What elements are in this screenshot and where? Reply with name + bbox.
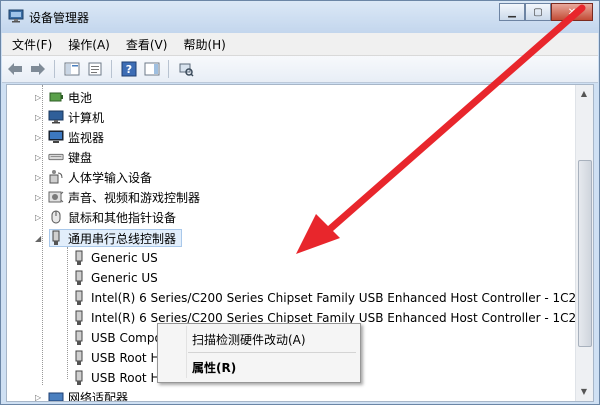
tree-item-battery[interactable]: ▷ 电池 [35,88,92,106]
tree-item-network[interactable]: ▷ 网络适配器 [35,388,129,402]
scan-hardware-icon [179,63,194,77]
scroll-down-icon[interactable]: ▼ [579,387,589,397]
menu-bar: 文件(F) 操作(A) 查看(V) 帮助(H) [2,33,598,56]
hid-icon [48,169,64,185]
tree-item-computer[interactable]: ▷ 计算机 [35,108,104,126]
sound-icon [48,189,64,205]
scrollbar-thumb[interactable] [578,160,592,347]
expand-arrow-icon[interactable]: ▷ [35,193,45,202]
scroll-up-icon[interactable]: ▲ [579,89,589,99]
properties-sheet-icon [88,62,102,76]
tree-item-mouse[interactable]: ▷ 鼠标和其他指针设备 [35,208,176,226]
forward-button[interactable] [28,59,48,79]
usb-icon [71,250,87,266]
context-menu: 扫描检测硬件改动(A) 属性(R) [157,323,361,383]
tree-item-label: 人体学输入设备 [68,170,153,185]
expand-arrow-icon[interactable]: ▷ [35,113,45,122]
context-menu-gutter [186,326,187,378]
scan-hardware-menu-item[interactable]: 扫描检测硬件改动(A) [192,331,306,348]
minimize-icon: ▁ [508,6,516,18]
tree-connector [67,247,68,379]
tree-item-monitor[interactable]: ▷ 监视器 [35,128,104,146]
tree-item-hid[interactable]: ▷ 人体学输入设备 [35,168,152,186]
usb-icon [48,230,64,246]
tree-item-label: 网络适配器 [68,390,129,402]
window-controls: ▁ ▢ ✕ [499,3,593,22]
expand-arrow-icon[interactable]: ▷ [35,133,45,142]
vertical-scrollbar[interactable]: ▲ ▼ [575,85,593,401]
close-icon: ✕ [567,6,577,18]
tree-item-label: 监视器 [68,130,105,145]
mouse-icon [48,209,64,225]
minimize-button[interactable]: ▁ [499,3,525,21]
tree-child-usb-0[interactable]: Generic US [71,249,158,267]
expand-arrow-icon[interactable]: ▷ [35,393,45,402]
battery-icon [48,89,64,105]
tree-child-usb-1[interactable]: Generic US [71,269,158,287]
device-manager-icon [8,9,24,23]
tree-item-label: Intel(R) 6 Series/C200 Series Chipset Fa… [91,291,584,305]
expand-arrow-icon[interactable]: ▷ [35,213,45,222]
expand-arrow-icon[interactable]: ▷ [35,93,45,102]
usb-icon [71,370,87,386]
help-icon: ? [121,61,137,77]
menu-action[interactable]: 操作(A) [62,36,116,53]
help-toolbar-button[interactable]: ? [119,59,139,79]
toolbar-separator [54,60,55,78]
device-tree-pane[interactable]: ▷ 电池 ▷ 计算机 ▷ 监视器 ▷ 键盘 ▷ 人体学输入设备 ▷ 声音、视频和… [6,84,594,402]
forward-arrow-icon [31,63,45,75]
usb-icon [71,270,87,286]
toolbar-separator [111,60,112,78]
toolbar-separator [168,60,169,78]
keyboard-icon [48,149,64,165]
console-tree-icon [64,62,80,76]
network-icon [48,389,64,401]
back-button[interactable] [5,59,25,79]
device-manager-window: 设备管理器 ▁ ▢ ✕ 文件(F) 操作(A) 查看(V) 帮助(H) ? ▷ … [0,0,600,405]
computer-icon [48,109,64,125]
tree-item-label: Generic US [91,271,158,285]
tree-item-label: 通用串行总线控制器 [68,231,177,246]
tree-item-label: Generic US [91,251,158,265]
console-tree-button[interactable] [62,59,82,79]
expand-arrow-icon[interactable]: ▷ [35,153,45,162]
title-bar[interactable]: 设备管理器 ▁ ▢ ✕ [1,1,599,33]
maximize-icon: ▢ [533,6,543,18]
back-arrow-icon [8,63,22,75]
menu-help[interactable]: 帮助(H) [177,36,231,53]
action-pane-button[interactable] [142,59,162,79]
context-menu-separator [188,352,356,353]
usb-icon [71,310,87,326]
properties-toolbar-button[interactable] [85,59,105,79]
usb-icon [71,350,87,366]
tree-child-usb-2[interactable]: Intel(R) 6 Series/C200 Series Chipset Fa… [71,289,584,307]
tree-item-label: 声音、视频和游戏控制器 [68,190,201,205]
tree-item-label: 电池 [68,90,93,105]
menu-view[interactable]: 查看(V) [120,36,174,53]
collapse-arrow-icon[interactable]: ◢ [35,234,45,243]
tree-item-keyboard[interactable]: ▷ 键盘 [35,148,92,166]
tree-item-usb-controllers[interactable]: ◢ 通用串行总线控制器 [35,229,176,247]
usb-icon [71,330,87,346]
maximize-button[interactable]: ▢ [525,3,551,21]
action-pane-icon [144,62,160,76]
svg-text:?: ? [126,63,132,76]
monitor-icon [48,129,64,145]
tree-item-label: 键盘 [68,150,93,165]
window-title: 设备管理器 [29,11,90,25]
menu-file[interactable]: 文件(F) [6,36,58,53]
toolbar: ? [2,56,598,83]
properties-menu-item[interactable]: 属性(R) [192,359,236,376]
usb-icon [71,290,87,306]
tree-item-label: 计算机 [68,110,105,125]
tree-item-label: 鼠标和其他指针设备 [68,210,177,225]
tree-item-sound[interactable]: ▷ 声音、视频和游戏控制器 [35,188,200,206]
expand-arrow-icon[interactable]: ▷ [35,173,45,182]
scan-hardware-button[interactable] [176,59,196,79]
close-button[interactable]: ✕ [551,3,593,21]
